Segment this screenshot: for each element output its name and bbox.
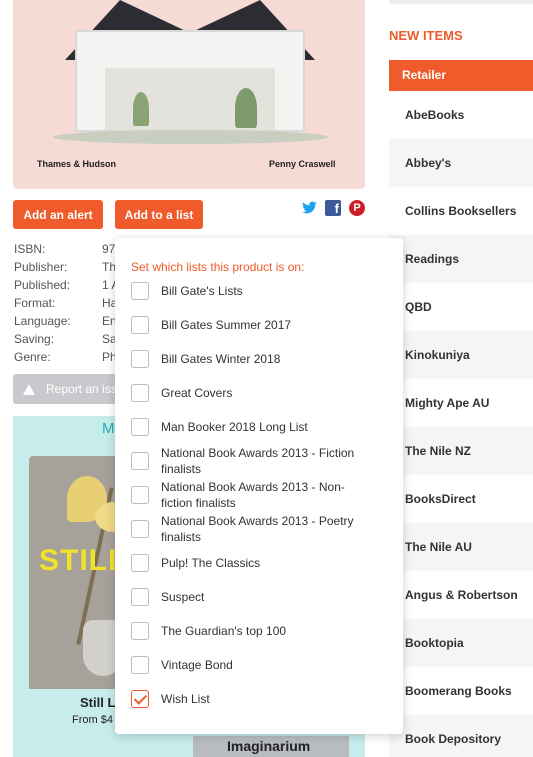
book-title[interactable]: Still L (80, 695, 115, 710)
plant-graphic (235, 88, 257, 128)
retailer-item[interactable]: Booktopia (389, 619, 533, 667)
checkbox[interactable] (131, 520, 149, 538)
checkbox[interactable] (131, 452, 149, 470)
retailer-item[interactable]: QBD (389, 283, 533, 331)
list-option-label: National Book Awards 2013 - Fiction fina… (161, 446, 355, 476)
list-option-label: Pulp! The Classics (161, 556, 261, 570)
list-option-label: The Guardian's top 100 (161, 624, 287, 638)
detail-label: Publisher: (14, 260, 68, 274)
checkbox[interactable] (131, 384, 149, 402)
facebook-icon[interactable]: f (325, 200, 341, 216)
list-option-label: Man Booker 2018 Long List (161, 420, 308, 434)
add-alert-button[interactable]: Add an alert (13, 200, 103, 229)
checkbox[interactable] (131, 656, 149, 674)
list-option-label: Bill Gates Summer 2017 (161, 318, 292, 332)
twitter-icon[interactable] (301, 200, 317, 216)
pinterest-icon[interactable]: P (349, 200, 365, 216)
list-option-label: Bill Gate's Lists (161, 284, 243, 298)
retailer-item[interactable]: The Nile NZ (389, 427, 533, 475)
retailer-header: Retailer (389, 60, 533, 91)
retailer-item[interactable]: AbeBooks (389, 91, 533, 139)
detail-label: Published: (14, 278, 71, 292)
checkbox-checked[interactable] (131, 690, 149, 708)
list-option-label: Vintage Bond (161, 658, 233, 672)
cover-publisher: Thames & Hudson (37, 159, 117, 169)
detail-label: Format: (14, 296, 56, 310)
retailer-item[interactable]: Book Depository (389, 715, 533, 757)
retailer-item[interactable]: Boomerang Books (389, 667, 533, 715)
detail-label: ISBN: (14, 242, 46, 256)
list-option-label: Suspect (161, 590, 205, 604)
retailer-item[interactable]: Mighty Ape AU (389, 379, 533, 427)
checkbox[interactable] (131, 282, 149, 300)
more-books-title: M (102, 420, 115, 437)
cover-author: Penny Craswell (269, 159, 336, 169)
book-price: From $4 (72, 714, 113, 726)
retailer-item[interactable]: Angus & Robertson (389, 571, 533, 619)
plant-graphic (133, 92, 149, 126)
list-option-label: Wish List (161, 692, 210, 706)
retailer-item[interactable]: The Nile AU (389, 523, 533, 571)
checkbox[interactable] (131, 418, 149, 436)
detail-value: 97 (102, 242, 116, 256)
detail-label: Genre: (14, 350, 51, 364)
detail-label: Language: (14, 314, 71, 328)
warning-icon (23, 383, 35, 395)
book-title[interactable]: Imaginarium (227, 738, 310, 754)
ground-graphic (53, 130, 328, 144)
detail-label: Saving: (14, 332, 55, 346)
checkbox[interactable] (131, 622, 149, 640)
detail-value: Th (102, 260, 117, 274)
retailer-item[interactable]: Readings (389, 235, 533, 283)
retailer-item[interactable]: Kinokuniya (389, 331, 533, 379)
list-option-label: Bill Gates Winter 2018 (161, 352, 281, 366)
list-option-label: National Book Awards 2013 - Non-fiction … (161, 480, 345, 510)
checkbox[interactable] (131, 350, 149, 368)
new-items-heading: NEW ITEMS (389, 28, 463, 43)
list-option-label: Great Covers (161, 386, 233, 400)
dropdown-header: Set which lists this product is on: (131, 260, 305, 274)
sidebar-top-edge (389, 0, 533, 4)
checkbox[interactable] (131, 486, 149, 504)
checkbox[interactable] (131, 588, 149, 606)
retailer-item[interactable]: BooksDirect (389, 475, 533, 523)
report-issue-label: Report an iss (46, 382, 117, 396)
retailer-item[interactable]: Abbey's (389, 139, 533, 187)
checkbox[interactable] (131, 316, 149, 334)
list-selector-dropdown: Set which lists this product is on: Bill… (115, 238, 403, 734)
checkbox[interactable] (131, 554, 149, 572)
retailer-item[interactable]: Collins Booksellers (389, 187, 533, 235)
list-option-label: National Book Awards 2013 - Poetry final… (161, 514, 354, 544)
add-to-list-button[interactable]: Add to a list (115, 200, 203, 229)
book-cover-image: Thames & Hudson Penny Craswell (13, 0, 365, 189)
